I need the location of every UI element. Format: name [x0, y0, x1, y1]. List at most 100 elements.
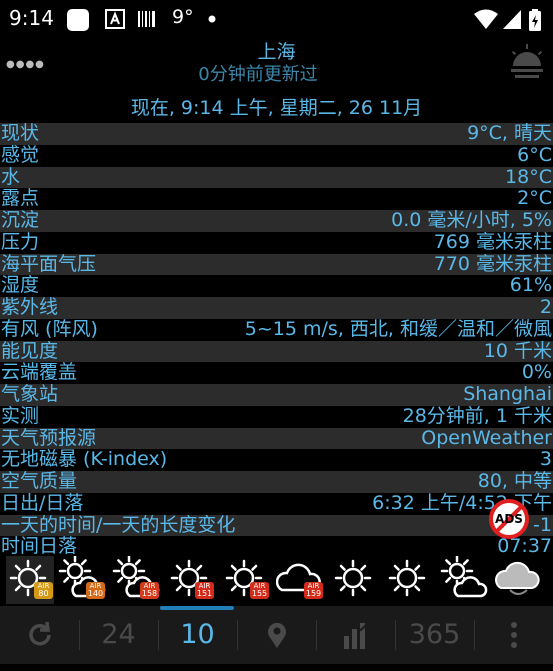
nav-location-button[interactable]	[237, 606, 316, 664]
detail-label: 气象站	[1, 383, 59, 405]
air-quality-badge: AIR 159	[304, 582, 323, 599]
current-date-time: 现在, 9:14 上午, 星期二, 26 11月	[130, 97, 423, 119]
sun-rays	[334, 559, 372, 597]
detail-row: 湿度 61%	[0, 274, 553, 297]
detail-label: 无地磁暴 (K-index)	[1, 448, 168, 471]
dark-cloud-icon	[495, 561, 540, 595]
sun-icon	[388, 559, 426, 597]
nav-chart-button[interactable]	[316, 606, 395, 664]
wifi-icon	[474, 9, 498, 29]
detail-row: 有风 (阵风) 5~15 m/s, 西北, 和缓／温和／微風	[0, 317, 553, 341]
air-quality-value: 140	[87, 589, 104, 598]
detail-label: 天气预报源	[1, 426, 97, 449]
nav-label: 365	[408, 619, 461, 650]
nav-label: 24	[101, 619, 136, 650]
nav-divider	[316, 620, 317, 650]
air-quality-badge: AIR 151	[195, 582, 214, 599]
detail-label: 露点	[1, 187, 40, 210]
detail-row: 无地磁暴 (K-index) 3	[0, 448, 553, 471]
detail-row: 压力 769 毫米汞柱	[0, 230, 553, 254]
forecast-day[interactable]: AIR 159	[276, 556, 324, 604]
detail-label: 压力	[1, 230, 40, 253]
ads-badge-icon[interactable]: ADS	[488, 498, 530, 540]
detail-value: 6°C	[517, 143, 552, 166]
air-quality-value: 151	[196, 589, 213, 598]
air-quality-value: 158	[141, 589, 158, 598]
detail-value: 770 毫米汞柱	[433, 252, 552, 275]
detail-label: 空气质量	[1, 470, 78, 492]
detail-label: 海平面气压	[1, 252, 97, 275]
detail-row: 露点 2°C	[0, 187, 553, 210]
detail-row: 能见度 10 千米	[0, 340, 553, 363]
forecast-day[interactable]	[331, 556, 379, 604]
nav-10-button[interactable]: 10	[158, 606, 237, 664]
detail-row: 天气预报源 OpenWeather	[0, 426, 553, 450]
air-quality-badge: AIR 80	[34, 582, 53, 599]
nav-divider	[158, 620, 159, 650]
forecast-day[interactable]: AIR 158	[112, 556, 160, 604]
weather-details-list: 现状 9°C, 晴天 感觉 6°C 水 18°C 露点 2°C 沉淀 0.0 毫米/小时, 5% 压…	[0, 122, 553, 558]
detail-row: 现状 9°C, 晴天	[0, 122, 553, 145]
air-quality-value: 159	[305, 589, 322, 598]
detail-value: 0%	[521, 361, 552, 384]
detail-row: 时间日落 07:37	[0, 535, 553, 558]
detail-row: 云端覆盖 0%	[0, 361, 553, 384]
nav-24-button[interactable]: 24	[79, 606, 158, 664]
nav-365-button[interactable]: 365	[395, 606, 474, 664]
forecast-day[interactable]: AIR 140	[58, 556, 106, 604]
detail-value: 0.0 毫米/小时, 5%	[391, 209, 552, 231]
detail-row: 空气质量 80, 中等	[0, 470, 553, 493]
detail-value: 2°C	[517, 187, 552, 210]
forecast-strip: AIR 80 AIR 140 AIR 158 AIR 151 AIR 155 AIR 159	[0, 556, 553, 604]
nav-divider	[395, 620, 396, 650]
sunset-icon[interactable]	[507, 44, 547, 84]
detail-label: 云端覆盖	[1, 361, 78, 384]
status-bar: 9:14 9°	[0, 0, 553, 38]
nav-divider	[474, 620, 475, 650]
notification-square-icon	[67, 9, 89, 31]
more-vertical-icon	[509, 622, 519, 657]
forecast-day[interactable]	[385, 556, 433, 604]
detail-value: Shanghai	[463, 383, 552, 405]
battery-icon	[529, 9, 541, 31]
nav-divider	[79, 620, 80, 650]
forecast-day[interactable]: AIR 151	[167, 556, 215, 604]
forecast-day[interactable]: AIR 80	[6, 556, 54, 604]
detail-label: 日出/日落	[1, 491, 84, 514]
detail-row: 感觉 6°C	[0, 143, 553, 167]
air-quality-badge: AIR 155	[250, 582, 269, 599]
detail-label: 现状	[1, 122, 40, 144]
detail-label: 时间日落	[1, 535, 78, 558]
location-pin-icon	[265, 622, 289, 657]
detail-row: 一天的时间/一天的长度变化10 ‑1	[0, 514, 553, 537]
detail-label: 紫外线	[1, 296, 59, 318]
location-header: ●●●● 上海 0分钟前更新过	[0, 38, 553, 94]
detail-row: 海平面气压 770 毫米汞柱	[0, 252, 553, 276]
sun-cloud-icon	[440, 556, 488, 598]
air-quality-badge: AIR 158	[140, 582, 159, 599]
detail-value: 769 毫米汞柱	[433, 230, 552, 253]
forecast-day[interactable]: AIR 155	[222, 556, 270, 604]
forecast-day[interactable]	[440, 556, 488, 604]
detail-row: 气象站 Shanghai	[0, 383, 553, 406]
detail-row: 实测 28分钟前, 1 千米	[0, 404, 553, 428]
refresh-button[interactable]	[0, 606, 79, 664]
last-updated: 0分钟前更新过	[198, 64, 318, 85]
sun-rays	[388, 559, 426, 597]
detail-value: 5~15 m/s, 西北, 和缓／温和／微風	[244, 317, 552, 340]
font-a-icon	[105, 9, 125, 29]
detail-value: 3	[539, 448, 552, 471]
status-time: 9:14	[9, 6, 54, 30]
detail-value: 28分钟前, 1 千米	[402, 404, 552, 427]
detail-row: 紫外线 2	[0, 296, 553, 319]
detail-value: OpenWeather	[421, 426, 552, 449]
detail-row: 日出/日落 6:32 上午/4:52 下午	[0, 491, 553, 515]
nav-divider	[237, 620, 238, 650]
forecast-day[interactable]	[495, 556, 543, 604]
detail-label: 有风 (阵风)	[1, 317, 98, 340]
detail-label: 水	[1, 165, 21, 188]
nav-more-button[interactable]	[474, 606, 553, 664]
detail-value: 61%	[509, 274, 552, 297]
sun-icon	[334, 559, 372, 597]
detail-label: 实测	[1, 404, 40, 427]
